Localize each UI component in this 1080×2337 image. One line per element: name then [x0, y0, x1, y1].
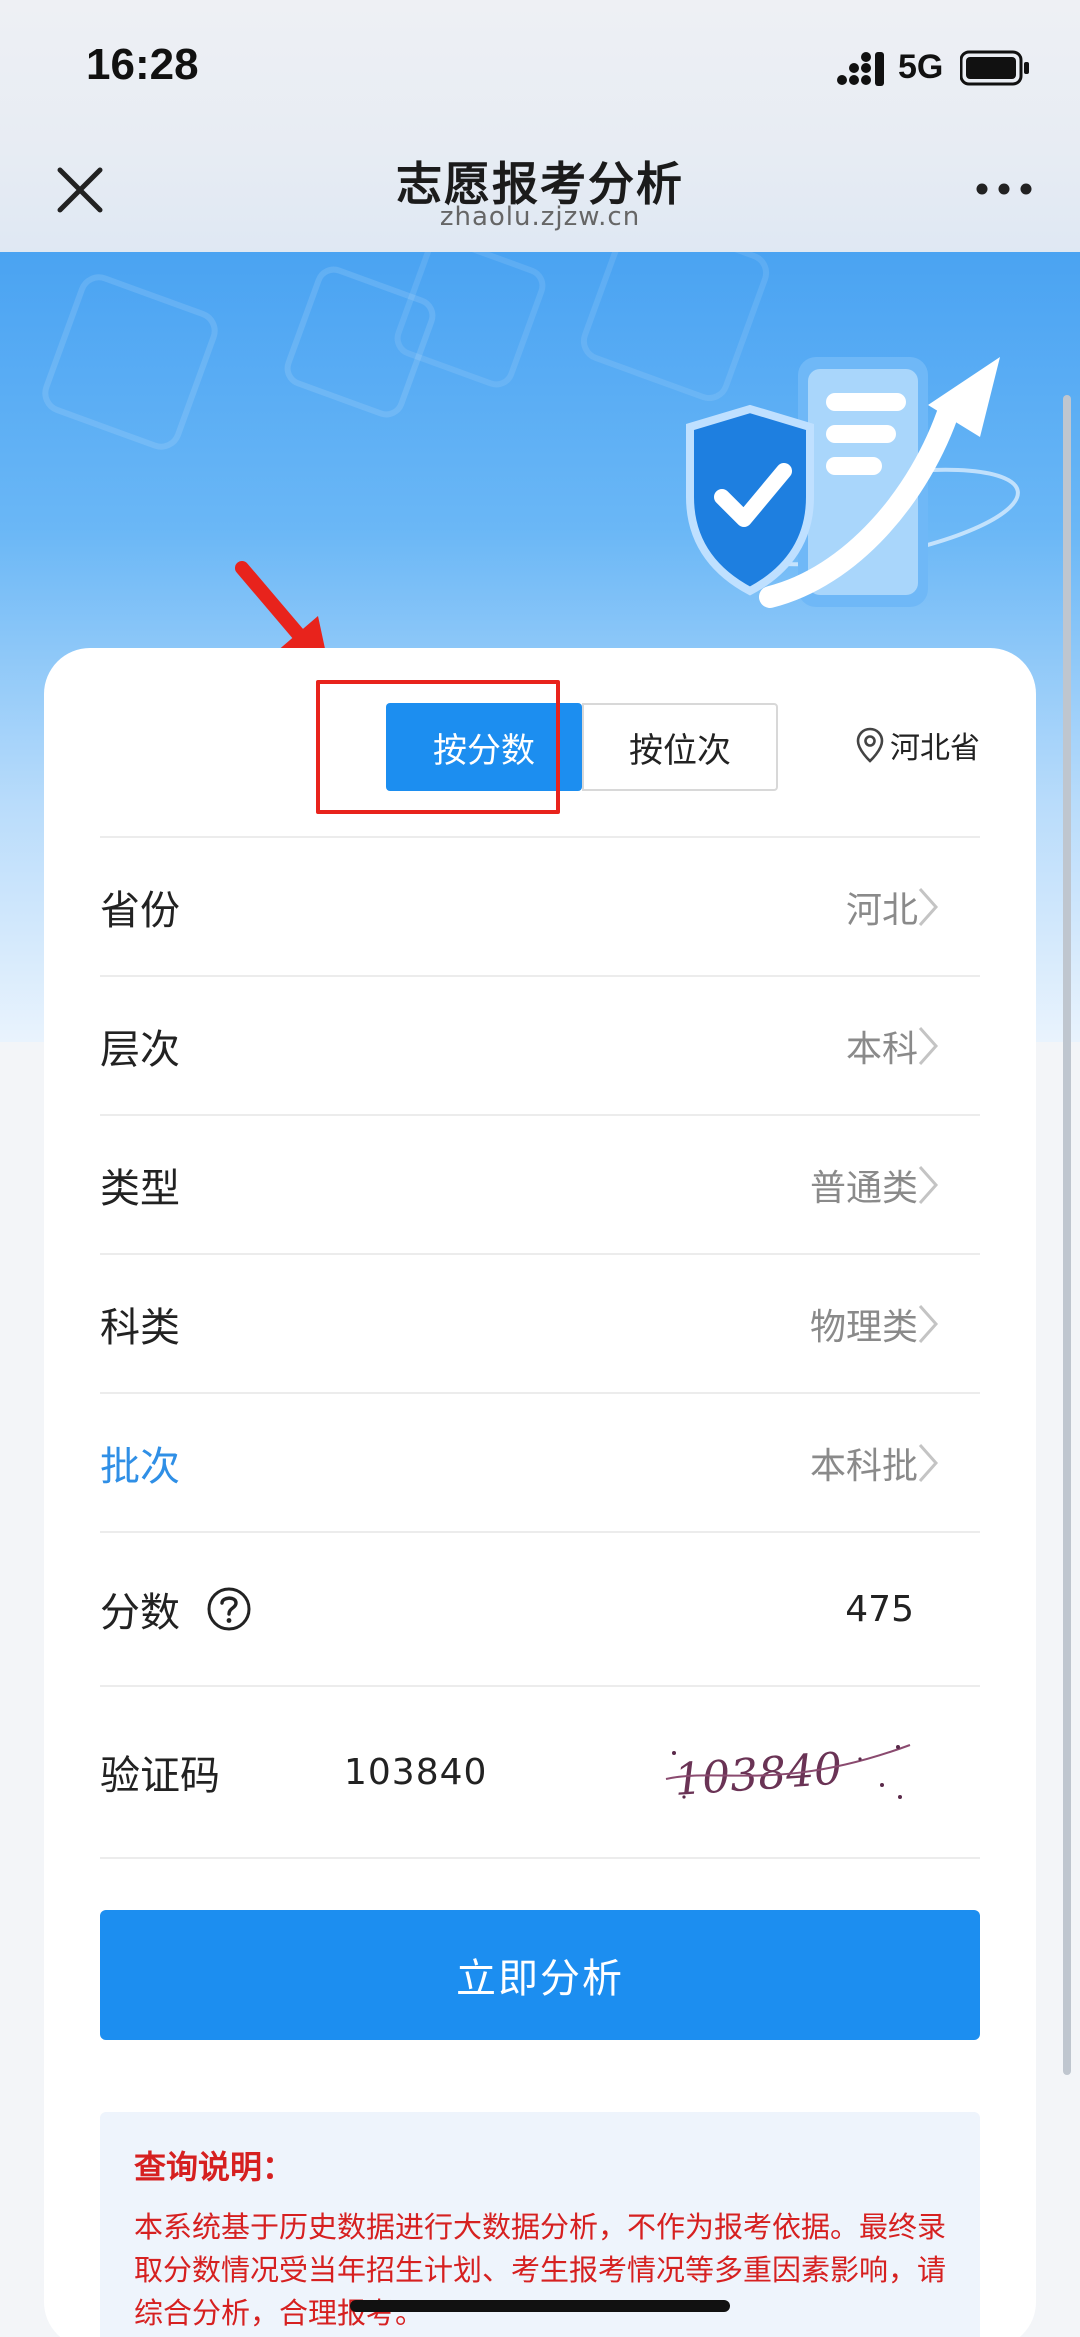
row-value: 物理类	[809, 1306, 918, 1348]
captcha-label: 验证码	[100, 1753, 220, 1799]
chevron-right-icon	[918, 1443, 939, 1482]
row-value: 本科批	[809, 1445, 918, 1487]
row-batch[interactable]: 批次 本科批	[100, 1392, 980, 1531]
chevron-right-icon	[918, 1165, 939, 1204]
row-score: 分数 475	[100, 1531, 980, 1685]
row-label: 层次	[100, 1026, 180, 1073]
row-label: 批次	[100, 1443, 180, 1490]
form-rows: 省份 河北 层次 本科 类型 普通类 科类 物理类 批次 本科批 分数 475 …	[100, 836, 980, 1859]
row-value: 本科	[845, 1028, 918, 1070]
notice-title: 查询说明：	[134, 2148, 295, 2186]
location-label: 河北省	[890, 731, 980, 766]
chevron-right-icon	[918, 887, 939, 926]
security-shield-illustration	[686, 357, 1020, 608]
location-pin-icon	[856, 727, 884, 763]
top-header: 16:28 5G 志愿报考分析 zhaolu.zjzw.cn	[0, 0, 1080, 252]
row-value: 河北	[845, 889, 918, 931]
home-indicator[interactable]	[350, 2300, 730, 2312]
chevron-right-icon	[918, 1026, 939, 1065]
nav-bar: 志愿报考分析 zhaolu.zjzw.cn	[0, 130, 1080, 252]
row-captcha: 验证码 103840 103840	[100, 1685, 980, 1859]
annotation-highlight	[316, 680, 560, 814]
captcha-input[interactable]: 103840	[344, 1752, 487, 1793]
battery-icon	[960, 50, 1029, 86]
row-label: 省份	[100, 887, 180, 934]
location-selector[interactable]: 河北省	[856, 720, 980, 770]
scrollbar[interactable]	[1063, 395, 1071, 2075]
captcha-image[interactable]: 103840	[660, 1727, 920, 1817]
row-label: 类型	[100, 1165, 180, 1212]
more-icon[interactable]	[974, 174, 1034, 204]
row-value: 普通类	[809, 1167, 918, 1209]
chevron-right-icon	[918, 1304, 939, 1343]
notice-body: 本系统基于历史数据进行大数据分析，不作为报考依据。最终录取分数情况受当年招生计划…	[134, 2210, 947, 2330]
network-label: 5G	[898, 48, 944, 86]
analysis-form-card: 按分数 按位次 河北省 省份 河北 层次 本科 类型 普通类 科类 物理类 批次…	[44, 648, 1036, 2337]
row-level[interactable]: 层次 本科	[100, 975, 980, 1114]
row-label: 科类	[100, 1304, 180, 1351]
row-subject[interactable]: 科类 物理类	[100, 1253, 980, 1392]
help-icon[interactable]	[206, 1586, 252, 1632]
analyze-button[interactable]: 立即分析	[100, 1910, 980, 2040]
score-label: 分数	[100, 1590, 180, 1636]
page-url: zhaolu.zjzw.cn	[439, 202, 641, 232]
status-bar: 16:28 5G	[0, 0, 1080, 130]
signal-icon	[837, 52, 884, 86]
tab-by-rank[interactable]: 按位次	[582, 703, 778, 791]
status-time: 16:28	[86, 40, 199, 89]
row-type[interactable]: 类型 普通类	[100, 1114, 980, 1253]
score-input[interactable]: 475	[845, 1589, 914, 1630]
row-province[interactable]: 省份 河北	[100, 836, 980, 975]
